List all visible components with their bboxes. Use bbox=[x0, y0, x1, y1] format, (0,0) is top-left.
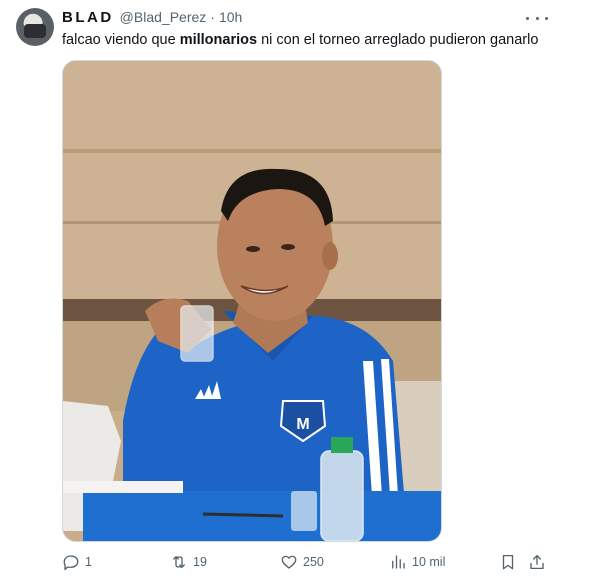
views-button[interactable]: 10 mil bbox=[389, 549, 445, 575]
like-count: 250 bbox=[303, 555, 324, 569]
views-icon bbox=[392, 555, 405, 569]
badge-letter: M bbox=[296, 416, 309, 433]
reply-count: 1 bbox=[85, 555, 92, 569]
tweet-header: BLAD @Blad_Perez · 10h bbox=[62, 9, 242, 26]
avatar[interactable] bbox=[16, 8, 54, 46]
tweet[interactable]: BLAD @Blad_Perez · 10h falcao viendo que… bbox=[0, 0, 593, 588]
separator-dot: · bbox=[210, 9, 215, 25]
share-button[interactable] bbox=[528, 549, 546, 575]
tweet-text: falcao viendo que millonarios ni con el … bbox=[62, 32, 538, 48]
photo-illustration: M bbox=[63, 61, 441, 541]
views-count: 10 mil bbox=[412, 555, 446, 569]
more-icon bbox=[526, 16, 529, 20]
tweet-text-bold: millonarios bbox=[179, 32, 258, 48]
reply-button[interactable]: 1 bbox=[62, 549, 92, 575]
share-icon bbox=[530, 554, 544, 570]
tweet-photo[interactable]: M bbox=[62, 60, 442, 542]
bookmark-button[interactable] bbox=[499, 549, 517, 575]
retweet-icon bbox=[173, 556, 185, 568]
more-options-button[interactable] bbox=[526, 10, 548, 26]
retweet-button[interactable]: 19 bbox=[170, 549, 207, 575]
tweet-actions: 1 19 250 10 mil bbox=[0, 549, 593, 575]
bookmark-icon bbox=[502, 554, 514, 570]
like-icon bbox=[281, 555, 297, 569]
user-handle[interactable]: @Blad_Perez bbox=[120, 9, 207, 25]
display-name[interactable]: BLAD bbox=[62, 9, 114, 26]
tweet-text-end: ni con el torneo arreglado pudieron gana… bbox=[257, 32, 539, 48]
timestamp[interactable]: 10h bbox=[219, 9, 242, 25]
retweet-count: 19 bbox=[193, 555, 207, 569]
like-button[interactable]: 250 bbox=[280, 549, 324, 575]
reply-icon bbox=[63, 555, 79, 571]
tweet-text-start: falcao viendo que bbox=[62, 32, 180, 48]
